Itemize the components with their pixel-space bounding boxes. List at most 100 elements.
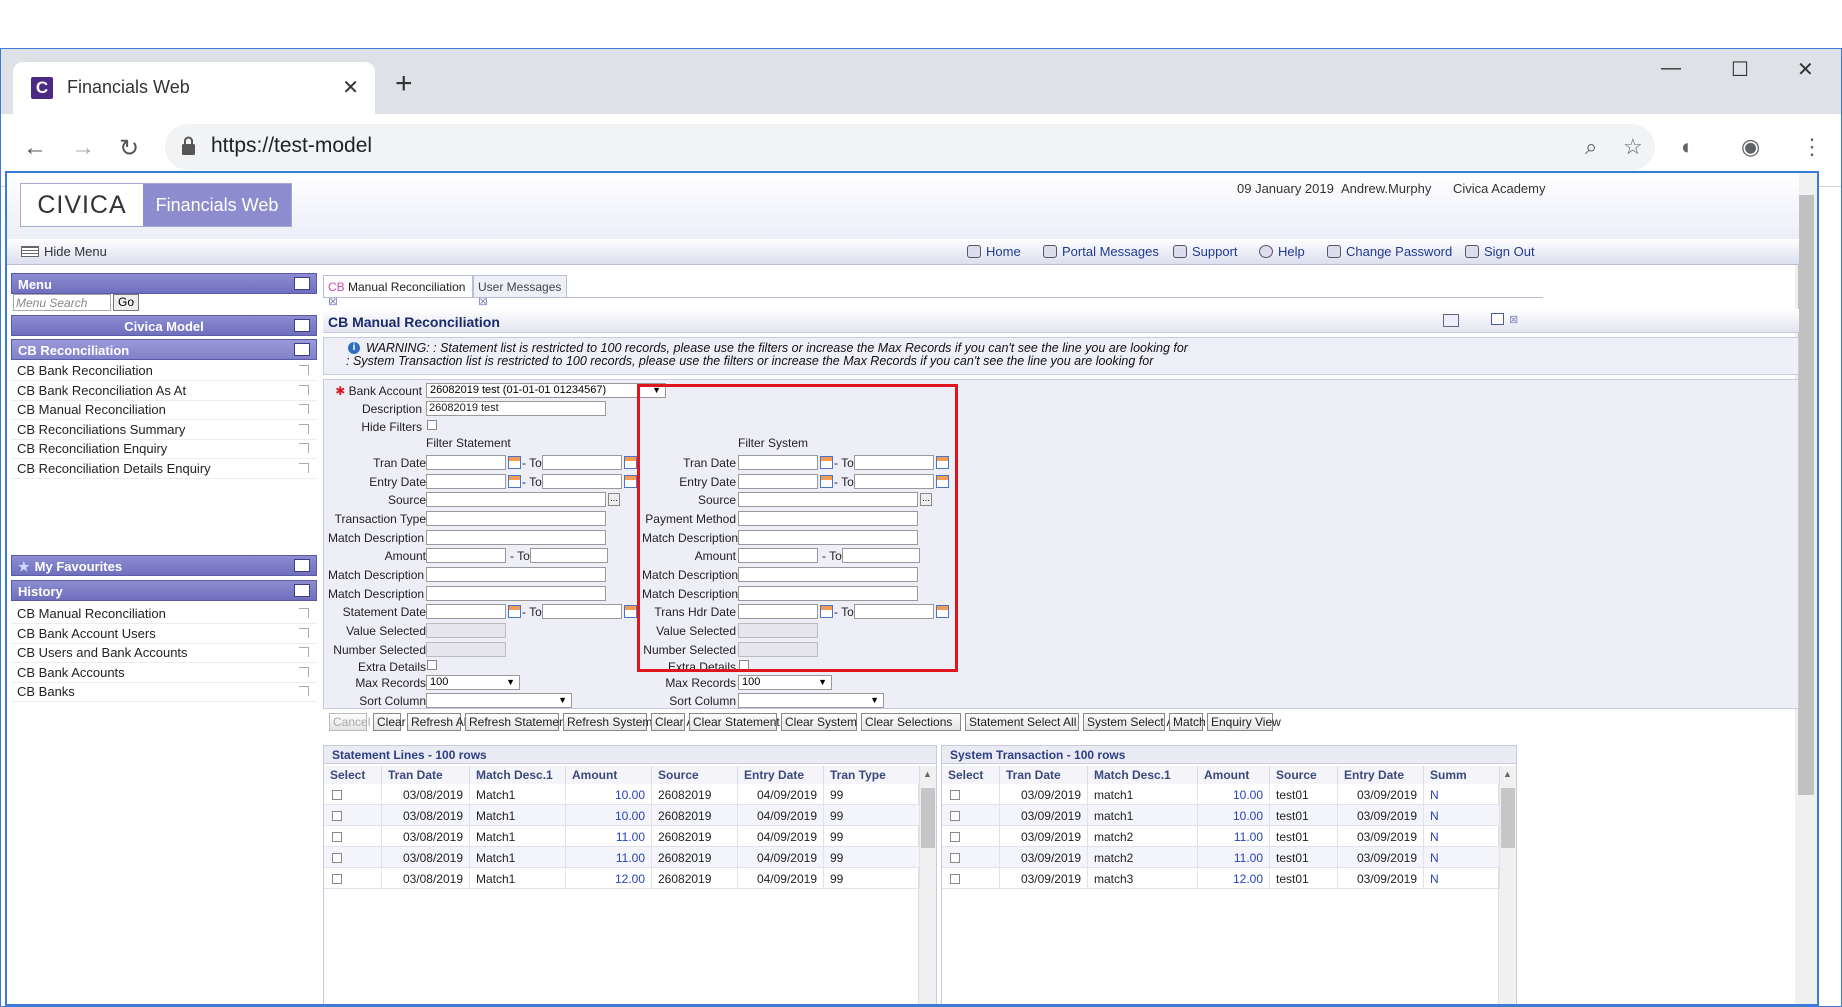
row-checkbox[interactable]: [950, 790, 960, 800]
history-item[interactable]: CB Bank Accounts: [11, 663, 317, 683]
column-header[interactable]: Amount: [566, 766, 652, 784]
amount-to-field[interactable]: [530, 548, 608, 563]
row-checkbox[interactable]: [332, 832, 342, 842]
history-item[interactable]: CB Bank Account Users: [11, 624, 317, 644]
panel-toggle-icon[interactable]: [294, 319, 310, 332]
calendar-icon[interactable]: [624, 605, 637, 618]
action-button[interactable]: Refresh System: [563, 713, 652, 731]
open-link-icon[interactable]: [299, 365, 309, 375]
statement-grid-scrollbar[interactable]: ▲: [918, 766, 936, 1004]
row-checkbox[interactable]: [332, 811, 342, 821]
menu-item[interactable]: CB Bank Reconciliation As At: [11, 381, 317, 401]
row-checkbox[interactable]: [950, 853, 960, 863]
action-button[interactable]: Clear All: [651, 713, 700, 731]
maximize-button[interactable]: ☐: [1731, 57, 1749, 82]
minimize-button[interactable]: —: [1661, 57, 1681, 80]
column-header[interactable]: Tran Type: [824, 766, 920, 784]
action-button[interactable]: Match: [1169, 713, 1206, 731]
action-button[interactable]: System Select All: [1083, 713, 1180, 731]
support-link[interactable]: Support: [1173, 244, 1238, 259]
profile-avatar-icon[interactable]: ◉: [1741, 134, 1760, 160]
row-checkbox[interactable]: [332, 853, 342, 863]
column-header[interactable]: Select: [942, 766, 1000, 784]
favourites-header[interactable]: ★ My Favourites: [11, 555, 317, 576]
max-records-select[interactable]: 100 ▼: [426, 675, 520, 690]
max-records-select[interactable]: 100 ▼: [738, 675, 832, 690]
amount-from-field[interactable]: [426, 548, 506, 563]
column-header[interactable]: Match Desc.1: [1088, 766, 1198, 784]
action-button[interactable]: Clear Statement: [689, 713, 780, 731]
action-button[interactable]: Statement Select All: [965, 713, 1079, 731]
close-tab-icon[interactable]: ✕: [342, 75, 359, 100]
source-field[interactable]: [426, 492, 606, 507]
new-tab-button[interactable]: +: [395, 69, 413, 99]
calendar-icon[interactable]: [508, 475, 521, 488]
bank-account-select[interactable]: 26082019 test (01-01-01 01234567) ▼: [426, 383, 666, 398]
column-header[interactable]: Match Desc.1: [470, 766, 566, 784]
action-button[interactable]: Cancel: [329, 713, 370, 731]
back-icon[interactable]: ←: [23, 134, 47, 162]
column-header[interactable]: Tran Date: [382, 766, 470, 784]
sort-column-select[interactable]: ▼: [426, 693, 572, 708]
panel-toggle-icon[interactable]: [294, 559, 310, 572]
cb-reconciliation-header[interactable]: CB Reconciliation: [11, 339, 317, 360]
civica-model-header[interactable]: Civica Model: [11, 315, 317, 336]
date-to-field[interactable]: [542, 474, 622, 489]
change-password-link[interactable]: Change Password: [1327, 244, 1452, 259]
action-button[interactable]: Refresh Statement: [465, 713, 569, 731]
column-header[interactable]: Entry Date: [1338, 766, 1424, 784]
open-link-icon[interactable]: [299, 686, 309, 696]
home-link[interactable]: Home: [967, 244, 1021, 259]
tab-manual-reconciliation[interactable]: CB Manual Reconciliation ⊠: [323, 275, 473, 308]
open-link-icon[interactable]: [299, 608, 309, 618]
extra-details-checkbox[interactable]: [427, 660, 437, 670]
date-from-field[interactable]: [426, 604, 506, 619]
row-checkbox[interactable]: [950, 811, 960, 821]
bookmark-star-icon[interactable]: ☆: [1623, 134, 1643, 160]
tab-user-messages[interactable]: User Messages ⊠: [473, 275, 567, 308]
window-icon[interactable]: [1491, 313, 1504, 325]
description-field[interactable]: 26082019 test: [426, 401, 606, 416]
panel-toggle-icon[interactable]: [294, 584, 310, 597]
hide-menu-button[interactable]: Hide Menu: [21, 244, 107, 259]
column-header[interactable]: Source: [1270, 766, 1338, 784]
panel-pin-icon[interactable]: [294, 343, 310, 356]
column-header[interactable]: Source: [652, 766, 738, 784]
menu-item[interactable]: CB Manual Reconciliation: [11, 400, 317, 420]
filter-field[interactable]: [426, 586, 606, 601]
row-checkbox[interactable]: [950, 832, 960, 842]
history-item[interactable]: CB Banks: [11, 682, 317, 702]
sort-column-select[interactable]: ▼: [738, 693, 884, 708]
filter-field[interactable]: [426, 567, 606, 582]
menu-search-input[interactable]: Menu Search: [13, 294, 111, 311]
open-link-icon[interactable]: [299, 384, 309, 395]
date-to-field[interactable]: [542, 604, 622, 619]
hide-filters-checkbox[interactable]: [427, 420, 437, 430]
browser-tab[interactable]: C Financials Web ✕: [13, 62, 375, 114]
system-grid-scrollbar[interactable]: ▲: [1498, 766, 1516, 1004]
open-link-icon[interactable]: [299, 423, 309, 434]
reload-icon[interactable]: ↻: [119, 134, 139, 163]
column-header[interactable]: Summ: [1424, 766, 1500, 784]
portal-messages-link[interactable]: Portal Messages: [1043, 244, 1159, 259]
filter-field[interactable]: [426, 511, 606, 526]
calendar-icon[interactable]: [508, 456, 521, 469]
menu-item[interactable]: CB Reconciliations Summary: [11, 420, 317, 440]
menu-go-button[interactable]: Go: [113, 294, 139, 311]
action-button[interactable]: Clear System: [781, 713, 857, 731]
browser-menu-icon[interactable]: ⋮: [1801, 134, 1823, 160]
menu-item[interactable]: CB Reconciliation Details Enquiry: [11, 459, 317, 479]
row-checkbox[interactable]: [950, 874, 960, 884]
url-bar[interactable]: https://test-model: [165, 124, 1655, 170]
action-button[interactable]: Clear: [373, 713, 406, 731]
lookup-icon[interactable]: ...: [608, 493, 620, 506]
date-to-field[interactable]: [542, 455, 622, 470]
extension-icon[interactable]: ◐: [1681, 134, 1694, 160]
history-item[interactable]: CB Manual Reconciliation: [11, 604, 317, 624]
menu-item[interactable]: CB Bank Reconciliation: [11, 361, 317, 381]
sign-out-link[interactable]: Sign Out: [1465, 244, 1535, 259]
open-link-icon[interactable]: [299, 462, 309, 473]
column-header[interactable]: Amount: [1198, 766, 1270, 784]
action-button[interactable]: Enquiry View: [1207, 713, 1281, 731]
help-link[interactable]: Help: [1259, 244, 1305, 259]
